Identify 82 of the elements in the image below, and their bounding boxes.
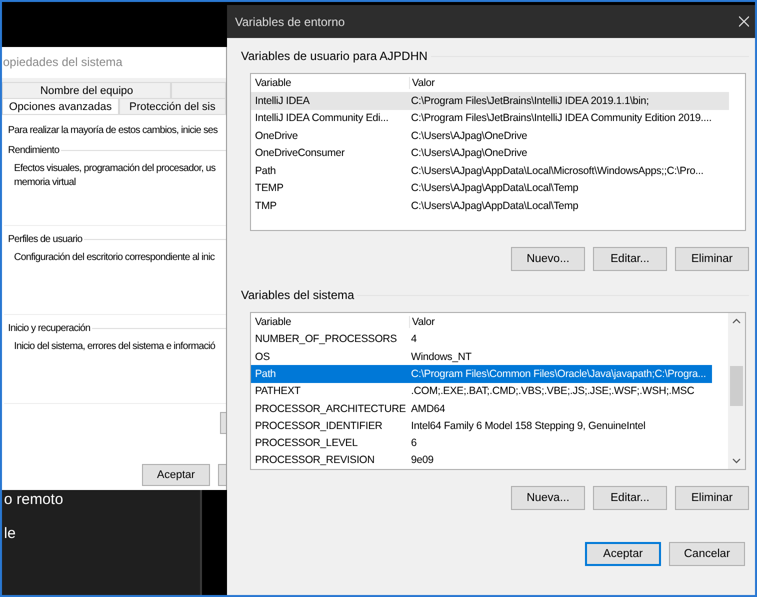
variable-name: OneDrive [254,130,299,142]
scroll-up-icon[interactable] [732,318,741,324]
list-row[interactable]: OS Windows_NT [251,348,712,366]
variable-value: 9e09 [410,454,434,466]
action-button[interactable]: Eliminar [675,247,749,271]
action-button[interactable]: Nuevo... [511,247,585,271]
list-row[interactable]: Path C:\Program Files\Common Files\Oracle\Java\javapath;C:\Progra... [251,365,712,383]
scroll-thumb[interactable] [730,366,743,406]
group-description: Configuración del escritorio correspondiente al inic [13,251,216,265]
list-row[interactable]: TMP C:\Users\AJpag\AppData\Local\Temp [251,197,729,214]
action-button[interactable]: Eliminar [675,486,749,510]
accept-button[interactable]: Aceptar [142,464,210,486]
variable-value: Intel64 Family 6 Model 158 Stepping 9, GenuineIntel [410,420,646,432]
group-title: Inicio y recuperación [8,323,90,334]
intro-text: Para realizar la mayoría de estos cambios, inicie ses [8,125,219,136]
list-row[interactable]: PATHEXT .COM;.EXE;.BAT;.CMD;.VBS;.VBE;.JS;.JSE;.WSF;.WSH;.MSC [251,382,712,400]
tab[interactable] [171,82,226,99]
action-button[interactable]: Nueva... [511,486,585,510]
action-button[interactable]: Editar... [593,486,667,510]
variable-name: TEMP [254,182,284,194]
variable-value: C:\Users\AJpag\OneDrive [410,147,528,160]
desktop-text: le [4,526,17,542]
variable-name: TMP [254,200,278,212]
variable-value: C:\Program Files\JetBrains\IntelliJ IDEA Community Edition 2019.... [410,112,712,124]
desktop-text: o remoto [4,492,64,508]
group-description: Inicio del sistema, errores del sistema e informació [13,340,216,354]
list-row[interactable]: TEMP C:\Users\AJpag\AppData\Local\Temp [251,180,729,197]
list-row[interactable]: PROCESSOR_REVISION 9e09 [251,452,712,469]
list-row[interactable]: Path C:\Users\AJpag\AppData\Local\Microsoft\WindowsApps;;C:\Pro... [251,162,729,180]
variable-value: C:\Program Files\Common Files\Oracle\Java\javapath;C:\Progra... [410,368,706,380]
list-row[interactable]: PROCESSOR_LEVEL 6 [251,434,712,452]
variable-name: Path [254,368,277,380]
variable-value: .COM;.EXE;.BAT;.CMD;.VBS;.VBE;.JS;.JSE;.WSF;.WSH;.MSC [410,385,694,398]
variable-name: NUMBER_OF_PROCESSORS [254,333,398,346]
group-title: Variables del sistema [241,288,358,302]
variable-value: C:\Users\AJpag\AppData\Local\Temp [410,200,578,212]
list-row[interactable]: IntelliJ IDEA C:\Program Files\JetBrains\IntelliJ IDEA 2019.1.1\bin; [251,92,729,110]
group-description: Efectos visuales, programación del procesador, us [13,162,216,176]
list-row[interactable]: OneDriveConsumer C:\Users\AJpag\OneDrive [251,144,729,162]
variable-value: C:\Users\AJpag\OneDrive [410,130,528,142]
list-row[interactable]: PROCESSOR_IDENTIFIER Intel64 Family 6 Model 158 Stepping 9, GenuineIntel [251,417,712,434]
cut-off-button[interactable] [220,412,226,434]
list-row[interactable]: IntelliJ IDEA Community Edi... C:\Program Files\JetBrains\IntelliJ IDEA Community Edition 2019.... [251,110,729,127]
list-row[interactable]: PROCESSOR_ARCHITECTURE AMD64 [251,400,712,418]
variable-name: IntelliJ IDEA [254,94,311,107]
variable-name: PROCESSOR_REVISION [254,454,376,466]
column-header[interactable]: Variable [251,77,410,89]
column-header[interactable]: Valor [410,316,435,328]
tab[interactable]: Opciones avanzadas [2,98,119,115]
tab[interactable]: Nombre del equipo [2,82,172,99]
group-title: Variables de usuario para AJPDHN [241,49,431,63]
variable-value: C:\Users\AJpag\AppData\Local\Temp [410,182,578,194]
variable-value: 6 [410,437,417,450]
list-row[interactable]: OneDrive C:\Users\AJpag\OneDrive [251,127,729,144]
action-button[interactable]: Editar... [593,247,667,271]
scrollbar[interactable] [728,313,745,469]
dialog-button[interactable]: Aceptar [585,542,661,566]
variable-value: Windows_NT [410,350,472,363]
variable-name: PATHEXT [254,385,302,398]
close-icon[interactable] [739,16,749,27]
list-row[interactable]: NUMBER_OF_PROCESSORS 4 [251,330,712,348]
column-header[interactable]: Valor [410,77,435,89]
window-title: opiedades del sistema [2,54,124,71]
variable-name: OneDriveConsumer [254,147,346,160]
tab[interactable]: Protección del sis [118,98,226,115]
variable-value: C:\Users\AJpag\AppData\Local\Microsoft\WindowsApps;;C:\Pro... [410,164,704,177]
group-description: memoria virtual [13,176,77,190]
variable-name: PROCESSOR_LEVEL [254,437,359,450]
scroll-down-icon[interactable] [732,458,741,464]
variable-name: PROCESSOR_ARCHITECTURE [254,402,407,415]
column-header[interactable]: Variable [251,316,410,328]
variable-name: OS [254,350,271,363]
variable-value: C:\Program Files\JetBrains\IntelliJ IDEA 2019.1.1\bin; [410,94,649,107]
group-title: Perfiles de usuario [8,234,82,245]
variable-value: AMD64 [410,402,446,415]
dialog-button[interactable]: Cancelar [669,542,745,566]
group-title: Rendimiento [8,145,60,156]
variable-name: PROCESSOR_IDENTIFIER [254,420,384,432]
window-title: Variables de entorno [235,14,345,28]
variable-name: Path [254,164,277,177]
variable-value: 4 [410,333,417,346]
variable-name: IntelliJ IDEA Community Edi... [254,112,390,124]
